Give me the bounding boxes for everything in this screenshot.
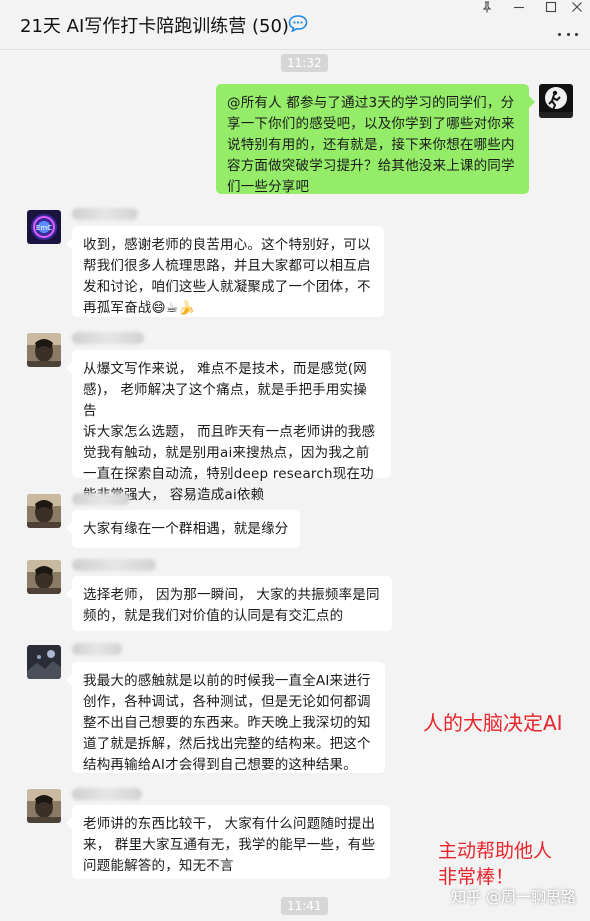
sender-name <box>72 332 144 344</box>
annotation-brain: 人的大脑决定AI <box>423 711 563 735</box>
watermark: 知乎 @周一聊思路 <box>451 888 576 906</box>
sender-name <box>72 788 142 800</box>
timestamp: 11:41 <box>281 897 328 915</box>
svg-text:EmC: EmC <box>36 224 52 232</box>
outgoing-message[interactable]: @所有人 都参与了通过3天的学习的同学们，分 享一下你们的感受吧，以及你学到了哪… <box>216 84 535 195</box>
sender-avatar[interactable]: EmC <box>27 210 61 244</box>
more-icon[interactable] <box>558 30 578 38</box>
my-avatar[interactable] <box>539 84 573 118</box>
chat-bubble-icon[interactable] <box>288 14 308 33</box>
incoming-message[interactable]: 收到，感谢老师的良苦用心。这个特别好，可以 帮我们很多人梳理思路，并且大家都可以… <box>66 226 384 317</box>
timestamp: 11:32 <box>281 54 328 72</box>
sender-avatar[interactable] <box>27 645 61 679</box>
sender-name <box>72 493 130 505</box>
sender-avatar[interactable] <box>27 333 61 367</box>
chat-title: 21天 AI写作打卡陪跑训练营 (50) <box>20 16 289 37</box>
sender-name <box>72 643 122 655</box>
sender-name <box>72 559 156 571</box>
incoming-message[interactable]: 选择老师， 因为那一瞬间， 大家的共振频率是同 频的，就是我们对价值的认同是有交… <box>66 576 392 631</box>
pin-icon[interactable] <box>472 0 502 14</box>
sender-name <box>72 208 138 220</box>
chat-header: 21天 AI写作打卡陪跑训练营 (50) <box>0 0 590 50</box>
incoming-message[interactable]: 大家有缘在一个群相遇，就是缘分 <box>66 510 300 548</box>
annotation-help: 主动帮助他人 非常棒！ <box>438 840 553 888</box>
sender-avatar[interactable] <box>27 789 61 823</box>
incoming-message[interactable]: 我最大的感触就是以前的时候我一直全AI来进行 创作，各种调试，各种测试，但是无论… <box>66 662 385 773</box>
minimize-icon[interactable] <box>504 0 534 14</box>
incoming-message[interactable]: 老师讲的东西比较干， 大家有什么问题随时提出 来， 群里大家互通有无，我学的能早… <box>66 805 390 879</box>
sender-avatar[interactable] <box>27 560 61 594</box>
incoming-message[interactable]: 从爆文写作来说， 难点不是技术，而是感觉(网 感)， 老师解决了这个痛点，就是手… <box>66 350 391 503</box>
sender-avatar[interactable] <box>27 494 61 528</box>
close-icon[interactable] <box>562 0 590 14</box>
